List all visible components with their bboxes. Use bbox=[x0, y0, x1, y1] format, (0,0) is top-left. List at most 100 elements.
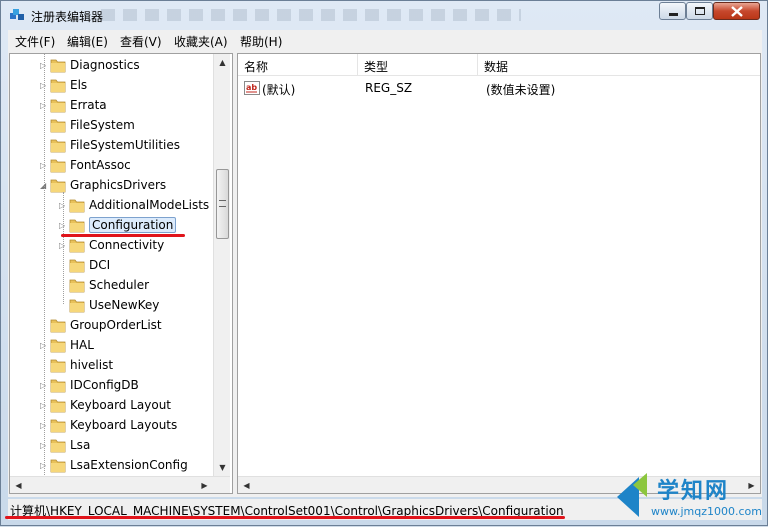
scroll-left-arrow-icon[interactable]: ◀ bbox=[10, 477, 27, 493]
watermark-url: www.jmqz1000.com bbox=[651, 505, 762, 518]
tree-item[interactable]: ▷ Diagnostics bbox=[10, 56, 210, 76]
menu-file[interactable]: 文件(F) bbox=[15, 33, 55, 50]
scroll-up-arrow-icon[interactable]: ▲ bbox=[214, 54, 231, 71]
tree-horizontal-scrollbar[interactable]: ◀ ▶ bbox=[10, 476, 230, 493]
list-header: 名称 类型 数据 bbox=[238, 54, 760, 76]
tree-item[interactable]: ▷ IDConfigDB bbox=[10, 376, 210, 396]
watermark-logo: 学知网 www.jmqz1000.com bbox=[611, 469, 768, 527]
tree-item[interactable]: ▷ FontAssoc bbox=[10, 156, 210, 176]
svg-text:ab: ab bbox=[246, 83, 257, 92]
folder-icon bbox=[69, 259, 85, 273]
tree-item-label: Errata bbox=[70, 98, 107, 112]
tree-item-label: hivelist bbox=[70, 358, 114, 372]
tree-item[interactable]: ▷ HAL bbox=[10, 336, 210, 356]
maximize-button[interactable] bbox=[686, 2, 713, 20]
folder-icon bbox=[50, 459, 66, 473]
maximize-icon bbox=[695, 7, 705, 15]
folder-icon bbox=[69, 219, 85, 233]
tree-item-label: Scheduler bbox=[89, 278, 150, 292]
tree-item-label: FontAssoc bbox=[70, 158, 131, 172]
folder-icon bbox=[69, 199, 85, 213]
column-header-data[interactable]: 数据 bbox=[478, 54, 760, 76]
tree-item[interactable]: ▷ Els bbox=[10, 76, 210, 96]
minimize-icon bbox=[669, 13, 678, 16]
folder-icon bbox=[50, 399, 66, 413]
tree-item[interactable]: ▷ LsaExtensionConfig bbox=[10, 456, 210, 476]
tree-vertical-scrollbar[interactable]: ▲ ▼ bbox=[213, 54, 230, 476]
menu-help[interactable]: 帮助(H) bbox=[240, 33, 282, 50]
value-type: REG_SZ bbox=[365, 81, 413, 95]
value-name: (默认) bbox=[262, 83, 296, 97]
folder-icon bbox=[69, 279, 85, 293]
folder-icon bbox=[50, 99, 66, 113]
tree-item[interactable]: ▷ Connectivity bbox=[10, 236, 210, 256]
minimize-button[interactable] bbox=[659, 2, 686, 20]
tree-item[interactable]: FileSystem bbox=[10, 116, 210, 136]
string-value-icon: ab bbox=[244, 81, 260, 95]
list-row[interactable]: ab (默认) REG_SZ (数值未设置) bbox=[238, 78, 760, 98]
scroll-thumb[interactable] bbox=[216, 169, 229, 239]
folder-icon bbox=[50, 179, 66, 193]
watermark-arrow-icon bbox=[617, 473, 647, 517]
tree-item[interactable]: Scheduler bbox=[10, 276, 210, 296]
scroll-down-arrow-icon[interactable]: ▼ bbox=[214, 459, 231, 476]
menu-view[interactable]: 查看(V) bbox=[120, 33, 162, 50]
folder-icon bbox=[50, 139, 66, 153]
path-highlight-underline bbox=[5, 516, 565, 519]
tree-item-label: AdditionalModeLists bbox=[89, 198, 210, 212]
tree-item[interactable]: ▷ Errata bbox=[10, 96, 210, 116]
tree-item-label: FileSystemUtilities bbox=[70, 138, 180, 152]
scroll-right-arrow-icon[interactable]: ▶ bbox=[196, 477, 213, 493]
tree-item-label: Keyboard Layout bbox=[70, 398, 172, 412]
background-toolbar bbox=[101, 5, 521, 25]
column-header-type[interactable]: 类型 bbox=[358, 54, 478, 76]
folder-icon bbox=[50, 119, 66, 133]
folder-icon bbox=[50, 419, 66, 433]
tree-item-label: Els bbox=[70, 78, 88, 92]
tree-item[interactable]: ▷ Keyboard Layouts bbox=[10, 416, 210, 436]
tree-item-label: Configuration bbox=[89, 217, 177, 233]
tree-item[interactable]: GroupOrderList bbox=[10, 316, 210, 336]
folder-icon bbox=[50, 319, 66, 333]
tree-item[interactable]: ▷ Configuration bbox=[10, 216, 210, 236]
column-header-name[interactable]: 名称 bbox=[238, 54, 358, 76]
values-list[interactable]: 名称 类型 数据 ab (默认) REG_SZ (数值未设置) ◀ ▶ bbox=[237, 53, 761, 494]
folder-icon bbox=[50, 159, 66, 173]
value-data: (数值未设置) bbox=[486, 83, 556, 97]
grip-icon bbox=[219, 200, 226, 207]
folder-icon bbox=[50, 359, 66, 373]
tree-item[interactable]: DCI bbox=[10, 256, 210, 276]
folder-icon bbox=[69, 239, 85, 253]
close-icon bbox=[731, 6, 743, 17]
tree-item-label: UseNewKey bbox=[89, 298, 160, 312]
tree-item[interactable]: hivelist bbox=[10, 356, 210, 376]
registry-tree[interactable]: ▷ Diagnostics ▷ Els ▷ Errata FileSystem FileSys… bbox=[9, 53, 233, 494]
tree-item[interactable]: ◢ GraphicsDrivers bbox=[10, 176, 210, 196]
tree-item-label: IDConfigDB bbox=[70, 378, 139, 392]
title-bar[interactable]: 注册表编辑器 bbox=[1, 1, 767, 29]
tree-item-label: FileSystem bbox=[70, 118, 135, 132]
client-area: ▷ Diagnostics ▷ Els ▷ Errata FileSystem FileSys… bbox=[8, 50, 762, 497]
tree-guide-line bbox=[63, 192, 64, 304]
menu-bar: 文件(F) 编辑(E) 查看(V) 收藏夹(A) 帮助(H) bbox=[8, 30, 762, 50]
folder-icon bbox=[50, 379, 66, 393]
folder-icon bbox=[50, 439, 66, 453]
tree-item[interactable]: ▷ AdditionalModeLists bbox=[10, 196, 210, 216]
regedit-app-icon bbox=[10, 9, 24, 20]
tree-item[interactable]: ▷ Lsa bbox=[10, 436, 210, 456]
selection-highlight-underline bbox=[61, 234, 185, 237]
tree-item-label: HAL bbox=[70, 338, 94, 352]
menu-favorites[interactable]: 收藏夹(A) bbox=[174, 33, 228, 50]
tree-item-label: DCI bbox=[89, 258, 111, 272]
scroll-left-arrow-icon[interactable]: ◀ bbox=[238, 477, 255, 493]
tree-item[interactable]: ▷ Keyboard Layout bbox=[10, 396, 210, 416]
tree-item[interactable]: FileSystemUtilities bbox=[10, 136, 210, 156]
tree-item-label: Diagnostics bbox=[70, 58, 140, 72]
tree-item-label: GraphicsDrivers bbox=[70, 178, 167, 192]
tree-item[interactable]: UseNewKey bbox=[10, 296, 210, 316]
folder-icon bbox=[50, 79, 66, 93]
tree-guide-line bbox=[44, 54, 45, 493]
tree-item-label: GroupOrderList bbox=[70, 318, 162, 332]
close-button[interactable] bbox=[713, 2, 760, 20]
menu-edit[interactable]: 编辑(E) bbox=[67, 33, 108, 50]
